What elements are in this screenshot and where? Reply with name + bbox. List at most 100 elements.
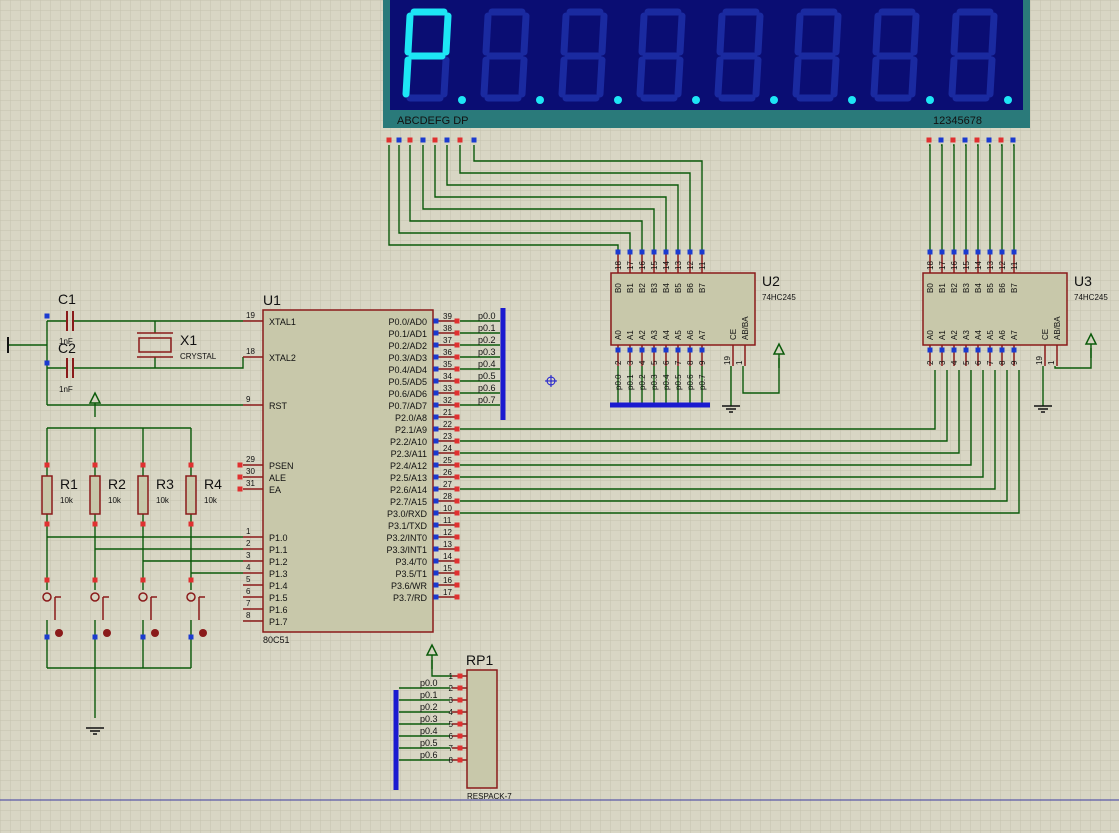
u1-pin-name-36: P0.3/AD3	[388, 353, 427, 363]
rp1-pin-num-8: 8	[449, 756, 454, 765]
rp1-pin-num-5: 5	[449, 720, 454, 729]
rp1-pin-num-7: 7	[449, 744, 454, 753]
schematic-canvas[interactable]: ABCDEFG DP 12345678 U1 80C51 19XTAL118XT…	[0, 0, 1119, 833]
u2-b-pin-end-15	[651, 249, 657, 255]
digit-4-dp	[692, 96, 700, 104]
digit-1-dp	[458, 96, 466, 104]
u1-pin-dot-15	[433, 570, 439, 576]
dig-pin-4	[974, 137, 980, 143]
u1-pin-name-17: P3.7/RD	[393, 593, 428, 603]
u2-a-num-5: 5	[650, 360, 659, 365]
u1-pin-dot-12	[433, 534, 439, 540]
digit-5-seg-b	[754, 12, 764, 56]
resistor-R3[interactable]	[137, 475, 149, 515]
u3-b-num-12: 12	[998, 261, 1007, 270]
u2-b-name-13: B5	[674, 283, 683, 293]
u1-pin-dot-24	[433, 450, 439, 456]
rp1-net-3: p0.1	[420, 690, 438, 700]
u1-pin-name-27: P2.6/A14	[390, 485, 427, 495]
u1-pin-end-13	[454, 546, 460, 552]
u3-a-name-5: A3	[962, 330, 971, 340]
u2-b-num-11: 11	[698, 261, 707, 270]
u3-a-num-6: 6	[974, 360, 983, 365]
resistor-R4[interactable]	[185, 475, 197, 515]
u3-a-name-9: A7	[1010, 330, 1019, 340]
u3-b-name-12: B6	[998, 283, 1007, 293]
digit-6-seg-c	[830, 56, 840, 98]
r-pin-bot-0	[44, 521, 50, 527]
u1-pin-end-11	[454, 522, 460, 528]
u2-a-name-8: A6	[686, 330, 695, 340]
u2-a-name-6: A4	[662, 330, 671, 340]
u1-pin-num-19: 19	[246, 311, 255, 320]
u1-pin-end-25	[454, 462, 460, 468]
r1-ref: R1	[60, 476, 78, 492]
r3-ref: R3	[156, 476, 174, 492]
u1-pin-end-35	[454, 366, 460, 372]
u1-pin-num-22: 22	[443, 420, 452, 429]
u2-b-num-16: 16	[638, 261, 647, 270]
rp1-net-7: p0.5	[420, 738, 438, 748]
c2-pin-dot	[44, 360, 50, 366]
u2-b-num-17: 17	[626, 261, 635, 270]
u3-a-pin-end-9	[1011, 347, 1017, 353]
u2-a-net-3: p0.1	[626, 374, 635, 390]
rp1-pin-num-2: 2	[449, 684, 454, 693]
u1-pin-num-16: 16	[443, 576, 452, 585]
u1-pin-name-35: P0.4/AD4	[388, 365, 427, 375]
u3-a-name-8: A6	[998, 330, 1007, 340]
u1-pin-name-9: RST	[269, 401, 288, 411]
u2-b-name-18: B0	[614, 283, 623, 293]
u1-net-34: p0.5	[478, 371, 496, 381]
u2-b-pin-end-11	[699, 249, 705, 255]
u3-a-pin-end-7	[987, 347, 993, 353]
u3-a-pin-end-4	[951, 347, 957, 353]
resistor-R2[interactable]	[89, 475, 101, 515]
u1-pin-num-26: 26	[443, 468, 452, 477]
u2-a-pin-end-4	[639, 347, 645, 353]
rp1-pin-end-3	[457, 697, 463, 703]
u2-b-pin-end-18	[615, 249, 621, 255]
resistor-R1[interactable]	[41, 475, 53, 515]
u1-pin-name-6: P1.5	[269, 593, 288, 603]
u3-b-num-14: 14	[974, 261, 983, 270]
digit-3-dp	[614, 96, 622, 104]
segment-pin-labels: ABCDEFG DP	[397, 115, 469, 127]
u1-pin-name-10: P3.0/RXD	[387, 509, 428, 519]
rp1-net-6: p0.4	[420, 726, 438, 736]
u1-pin-name-15: P3.5/T1	[395, 569, 427, 579]
u1-net-33: p0.6	[478, 383, 496, 393]
u1-net-35: p0.4	[478, 359, 496, 369]
u3-a-pin-end-3	[939, 347, 945, 353]
rp1-net-4: p0.2	[420, 702, 438, 712]
rp1-ref: RP1	[466, 652, 493, 668]
u1-pin-num-15: 15	[443, 564, 452, 573]
u2-a-pin-end-9	[699, 347, 705, 353]
u2-a-net-2: p0.0	[614, 374, 623, 390]
u1-pin-name-13: P3.3/INT1	[386, 545, 427, 555]
u2-b-name-17: B1	[626, 283, 635, 293]
u1-pin-end-28	[454, 498, 460, 504]
u2-a-net-9: p0.7	[698, 374, 707, 390]
digit-8-dp	[1004, 96, 1012, 104]
u2-a-name-5: A3	[650, 330, 659, 340]
u1-pin-num-7: 7	[246, 599, 251, 608]
seven-segment-display[interactable]: ABCDEFG DP 12345678	[383, 0, 1030, 143]
rp1-pin-end-2	[457, 685, 463, 691]
u2-b-name-15: B3	[650, 283, 659, 293]
r4-value: 10k	[204, 496, 218, 505]
r-pin-top-3	[188, 462, 194, 468]
u1-pin-end-22	[454, 426, 460, 432]
u1-pin-dot-36	[433, 354, 439, 360]
rp1-pin-end-6	[457, 733, 463, 739]
u2-a-net-5: p0.3	[650, 374, 659, 390]
u2-a-name-7: A5	[674, 330, 683, 340]
rp1-pin-num-1: 1	[449, 672, 454, 681]
rp1-pin-end-1	[457, 673, 463, 679]
dig-pin-3	[962, 137, 968, 143]
sw-pin-2	[140, 577, 146, 583]
u1-net-36: p0.3	[478, 347, 496, 357]
digit-3-seg-f	[560, 12, 570, 56]
u1-pin-name-30: ALE	[269, 473, 286, 483]
rp1-pin-end-8	[457, 757, 463, 763]
